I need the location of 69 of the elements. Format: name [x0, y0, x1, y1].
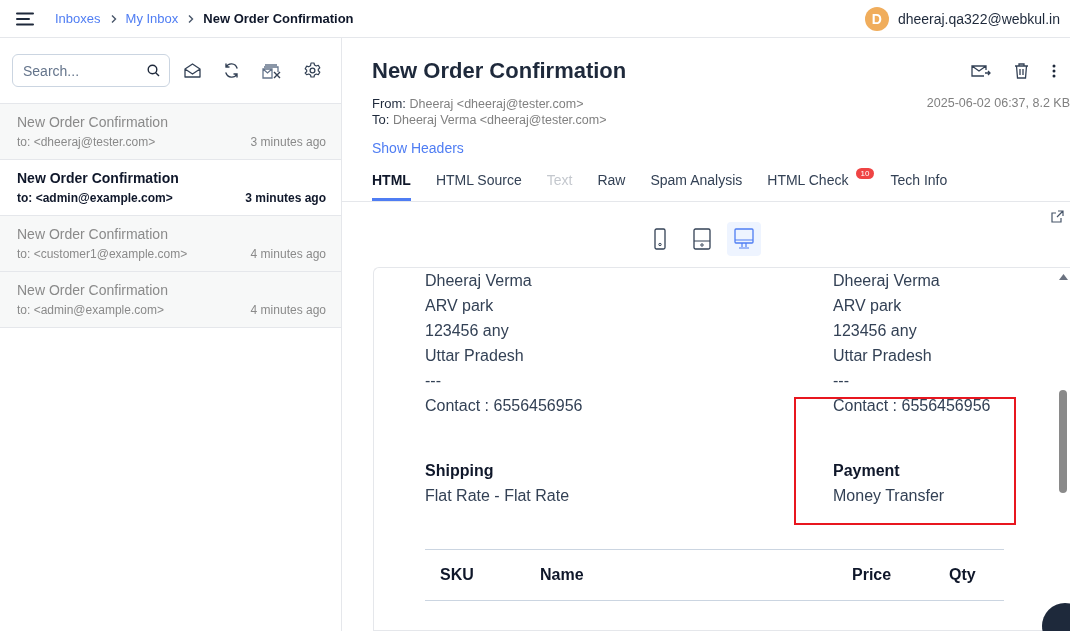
open-envelope-icon[interactable]	[184, 63, 201, 78]
message-recipient: to: <admin@example.com>	[17, 191, 173, 205]
show-headers-link[interactable]: Show Headers	[342, 127, 1070, 156]
tab[interactable]: HTML	[372, 164, 411, 201]
scroll-up-icon[interactable]	[1058, 274, 1068, 280]
address-line: Contact : 6556456956	[425, 396, 584, 416]
column-header: SKU	[440, 566, 475, 584]
address-line: Dheeraj Verma	[833, 271, 941, 291]
column-header: Name	[540, 566, 585, 584]
desktop-icon	[733, 228, 754, 250]
chevron-right-icon	[109, 13, 117, 24]
scrollbar-thumb[interactable]	[1059, 390, 1067, 493]
delete-all-mail-icon[interactable]	[262, 62, 282, 79]
address-line: Uttar Pradesh	[833, 346, 933, 366]
breadcrumb-link[interactable]: My Inbox	[125, 11, 179, 26]
message-date-size: 2025-06-02 06:37, 8.2 KB	[926, 96, 1070, 112]
section-heading: Shipping	[425, 461, 495, 481]
message-subject: New Order Confirmation	[17, 282, 169, 298]
address-line: ---	[833, 371, 850, 391]
message-subject: New Order Confirmation	[17, 226, 169, 242]
message-time: 3 minutes ago	[250, 135, 326, 149]
message-time: 4 minutes ago	[250, 303, 326, 317]
from-label: From:	[372, 96, 406, 111]
address-line: 123456 any	[833, 321, 918, 341]
menu-icon[interactable]	[16, 11, 34, 26]
user-email[interactable]: dheeraj.qa322@webkul.in	[897, 10, 1060, 27]
section-value: Money Transfer	[833, 486, 946, 506]
breadcrumb-link[interactable]: Inboxes	[55, 11, 101, 26]
tab[interactable]: HTML Check	[767, 164, 849, 201]
message-title: New Order Confirmation	[372, 58, 627, 84]
count-badge: 10	[855, 168, 875, 179]
column-header: Qty	[949, 566, 977, 584]
trash-icon[interactable]	[1014, 63, 1029, 79]
external-link-icon[interactable]	[1051, 210, 1064, 223]
address-line: Contact : 6556456956	[833, 396, 992, 416]
message-recipient: to: <dheeraj@tester.com>	[17, 135, 156, 149]
settings-icon[interactable]	[304, 62, 321, 79]
address-line: ARV park	[833, 296, 903, 316]
message-time: 4 minutes ago	[250, 247, 326, 261]
address-line: Uttar Pradesh	[425, 346, 525, 366]
tab[interactable]: Raw	[597, 164, 626, 201]
search-field[interactable]: Search...	[12, 54, 170, 87]
message-recipient: to: <customer1@example.com>	[17, 247, 188, 261]
desktop-view-button[interactable]	[726, 222, 761, 256]
message-subject: New Order Confirmation	[17, 114, 169, 130]
phone-icon	[653, 228, 666, 250]
tab[interactable]: HTML Source	[435, 164, 522, 201]
address-line: 123456 any	[425, 321, 510, 341]
chevron-right-icon	[187, 13, 195, 24]
address-line: ---	[425, 371, 442, 391]
column-header: Price	[852, 566, 893, 584]
forward-mail-icon[interactable]	[971, 64, 991, 78]
search-icon	[147, 64, 160, 77]
refresh-icon[interactable]	[223, 62, 240, 79]
message-time: 3 minutes ago	[245, 191, 326, 205]
message-recipient: to: <admin@example.com>	[17, 303, 164, 317]
section-value: Flat Rate - Flat Rate	[425, 486, 571, 506]
more-options-icon[interactable]	[1052, 64, 1056, 78]
tablet-icon	[692, 228, 711, 250]
address-line: ARV park	[425, 296, 495, 316]
breadcrumb-current: New Order Confirmation	[203, 11, 354, 26]
tab[interactable]: Tech Info	[890, 164, 948, 201]
to-value: Dheeraj Verma <dheeraj@tester.com>	[392, 113, 607, 127]
section-heading: Payment	[833, 461, 901, 481]
from-value: Dheeraj <dheeraj@tester.com>	[409, 97, 584, 111]
message-subject: New Order Confirmation	[17, 170, 180, 186]
to-label: To:	[372, 112, 390, 127]
address-line: Dheeraj Verma	[425, 271, 533, 291]
tab[interactable]: Spam Analysis	[650, 164, 743, 201]
